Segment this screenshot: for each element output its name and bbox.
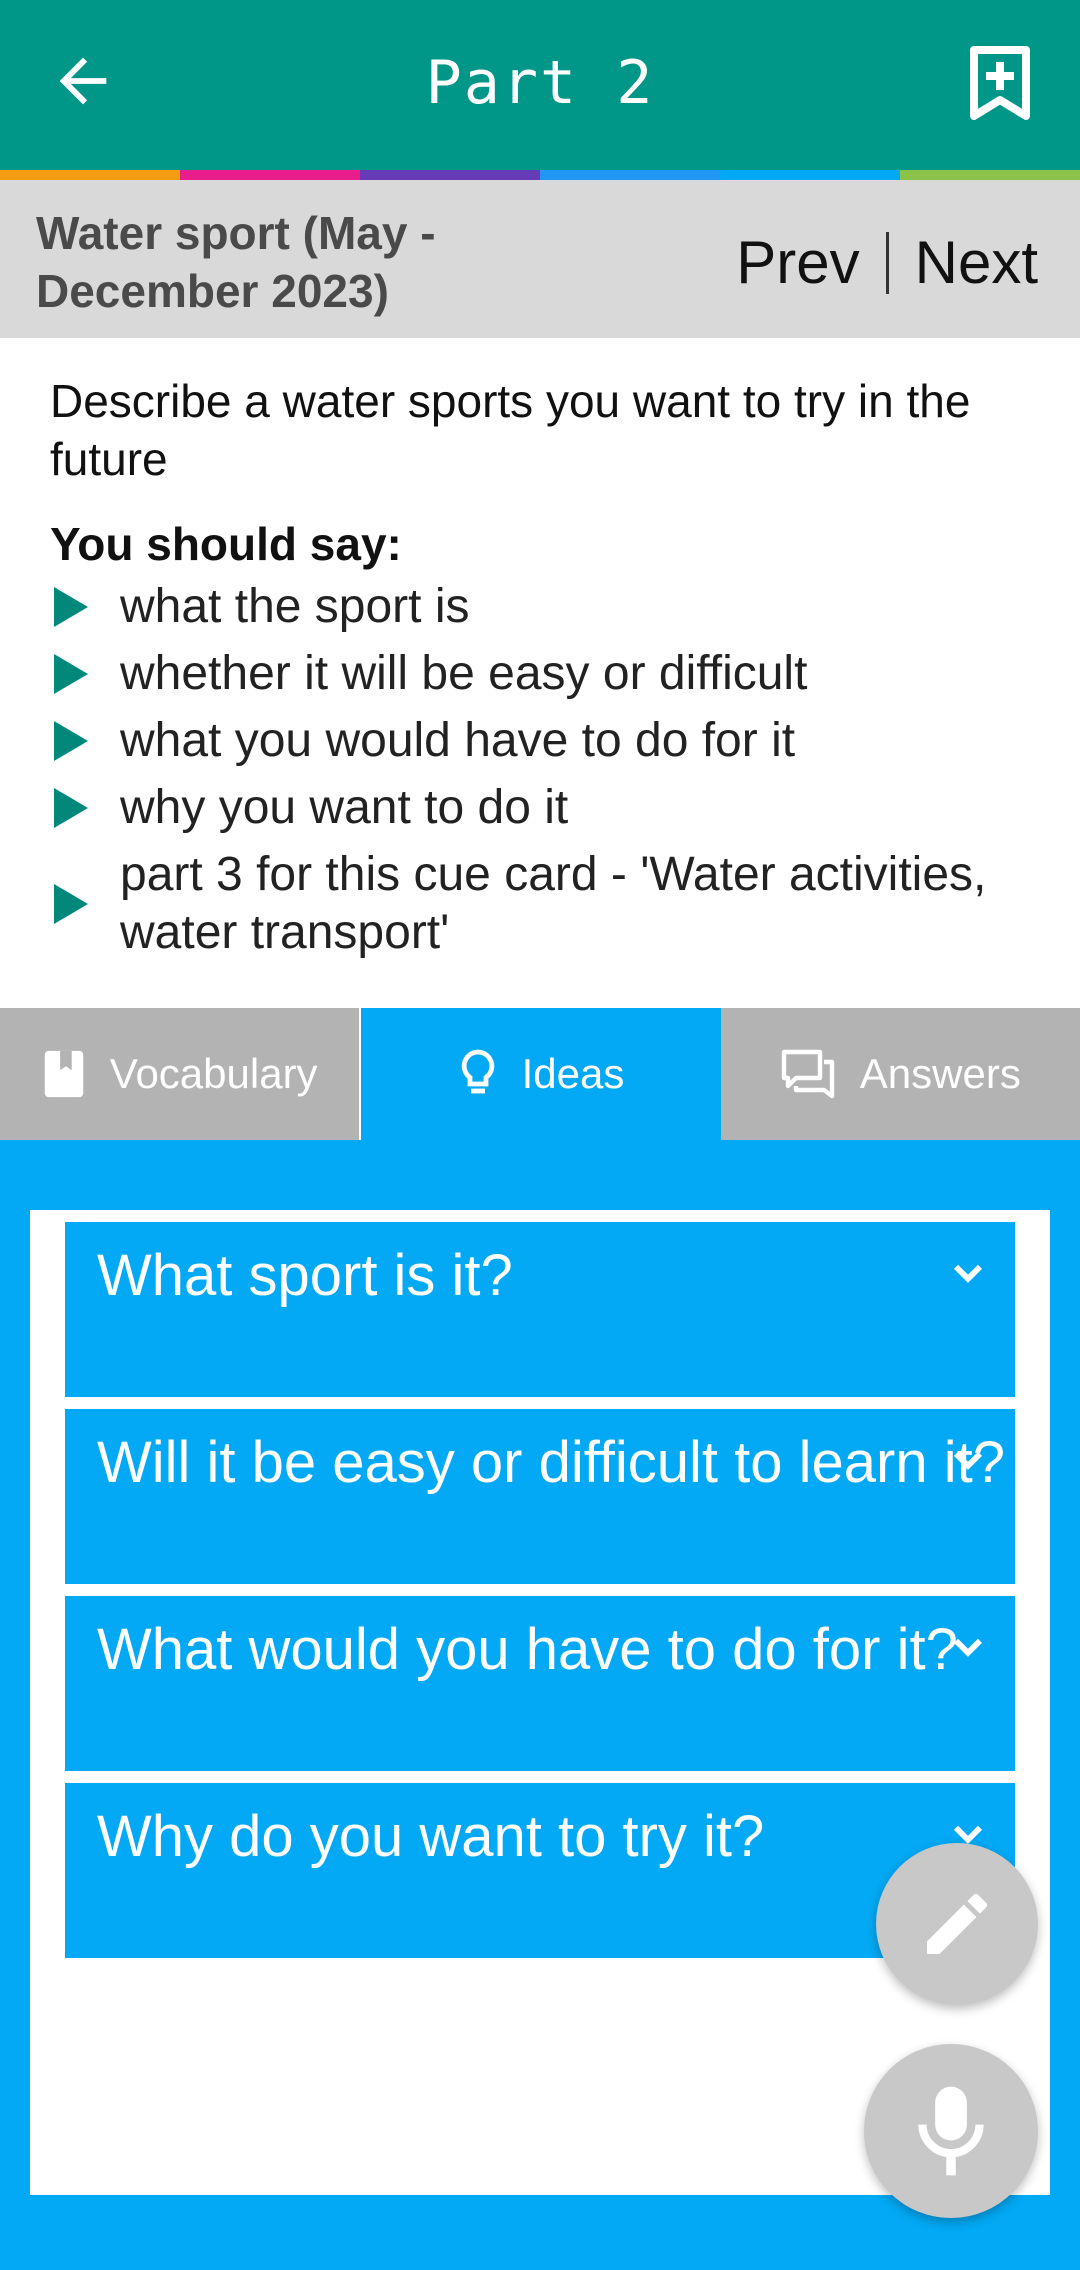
tab-label: Ideas	[521, 1050, 625, 1097]
cue-point-text: what the sport is	[120, 580, 470, 633]
content-tabs: Vocabulary Ideas Answers	[0, 1008, 1080, 1140]
chevron-down-icon	[953, 1638, 983, 1657]
idea-question-item[interactable]: Will it be easy or difficult to learn it…	[65, 1409, 1015, 1584]
tab-label: Vocabulary	[109, 1050, 318, 1097]
tab-ideas[interactable]: Ideas	[361, 1008, 721, 1140]
idea-question-item[interactable]: What sport is it?	[65, 1222, 1015, 1397]
microphone-button[interactable]	[864, 2044, 1038, 2218]
idea-question-item[interactable]: Why do you want to try it?	[65, 1783, 1015, 1958]
book-icon	[42, 1049, 86, 1099]
topic-title: Water sport (May - December 2023)	[36, 207, 436, 317]
nav-divider	[885, 231, 889, 294]
topic-bar: Water sport (May - December 2023) Prev N…	[0, 180, 1080, 338]
app-bar: Part 2	[0, 0, 1080, 170]
prev-button[interactable]: Prev	[736, 228, 859, 297]
cue-card-prompt: Describe a water sports you want to try …	[50, 375, 971, 485]
tab-answers[interactable]: Answers	[720, 1008, 1080, 1140]
next-button[interactable]: Next	[915, 228, 1038, 297]
page-title: Part 2	[425, 48, 655, 118]
edit-button[interactable]	[876, 1843, 1038, 2005]
bullet-triangle-icon	[54, 788, 88, 828]
bullet-triangle-icon	[54, 884, 88, 924]
idea-question-text: What sport is it?	[97, 1243, 513, 1308]
should-say-heading: You should say:	[50, 518, 402, 570]
idea-question-item[interactable]: What would you have to do for it?	[65, 1596, 1015, 1771]
cue-card: Describe a water sports you want to try …	[50, 372, 1040, 971]
idea-question-text: What would you have to do for it?	[97, 1617, 958, 1682]
lightbulb-icon	[458, 1048, 498, 1100]
cue-point: whether it will be easy or difficult	[50, 645, 1040, 703]
tab-label: Answers	[859, 1050, 1021, 1097]
topic-navigation: Prev Next	[736, 228, 1038, 297]
accent-strip	[0, 170, 1080, 180]
cue-point-text: what you would have to do for it	[120, 714, 796, 767]
pencil-icon	[927, 1893, 988, 1954]
cue-point-text: part 3 for this cue card - 'Water activi…	[120, 848, 987, 959]
idea-question-text: Will it be easy or difficult to learn it…	[97, 1430, 1005, 1495]
tab-vocabulary[interactable]: Vocabulary	[0, 1008, 362, 1140]
cue-point: why you want to do it	[50, 779, 1040, 837]
cue-point-text: whether it will be easy or difficult	[120, 647, 808, 700]
chevron-down-icon	[953, 1264, 983, 1283]
bullet-triangle-icon	[54, 587, 88, 627]
microphone-icon	[918, 2086, 984, 2176]
cue-points-list: what the sport is whether it will be eas…	[50, 578, 1040, 962]
bullet-triangle-icon	[54, 654, 88, 694]
bullet-triangle-icon	[54, 721, 88, 761]
chevron-down-icon	[953, 1451, 983, 1470]
cue-point: part 3 for this cue card - 'Water activi…	[50, 846, 1040, 962]
cue-point-text: why you want to do it	[120, 781, 569, 834]
bookmark-add-icon[interactable]	[968, 44, 1032, 124]
chat-bubbles-icon	[780, 1048, 836, 1100]
cue-point: what you would have to do for it	[50, 712, 1040, 770]
cue-point: what the sport is	[50, 578, 1040, 636]
idea-question-text: Why do you want to try it?	[97, 1804, 765, 1869]
